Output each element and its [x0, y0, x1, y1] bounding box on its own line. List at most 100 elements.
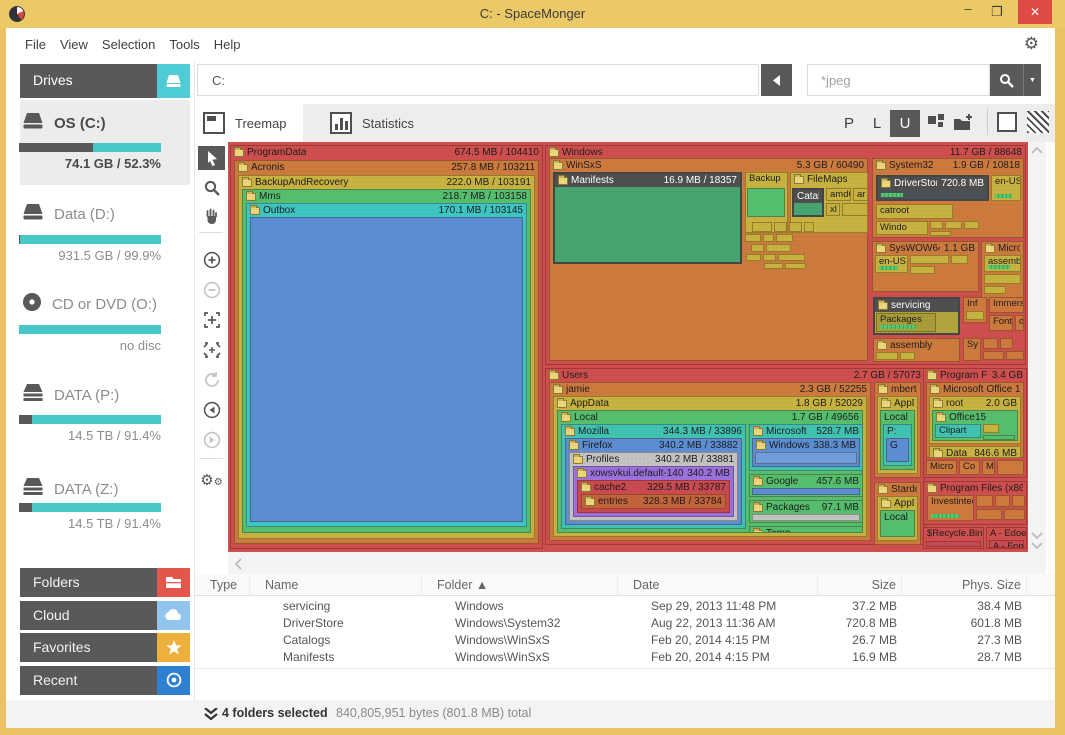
table-row[interactable]: CatalogsWindows\WinSxSFeb 20, 2014 4:15 … — [195, 632, 1055, 649]
treemap-tile[interactable] — [926, 541, 981, 547]
treemap-tile[interactable] — [766, 244, 791, 252]
treemap-node-en-us[interactable]: en-US — [875, 255, 908, 273]
drive-item-data-z[interactable]: DATA (Z:) — [22, 477, 118, 501]
treemap-tile[interactable] — [964, 221, 979, 229]
table-row[interactable]: servicingWindowsSep 29, 2013 11:48 PM37.… — [195, 598, 1055, 615]
treemap-tile[interactable] — [763, 234, 774, 242]
treemap-tile[interactable] — [774, 222, 787, 232]
search-dropdown-icon[interactable]: ▼ — [1023, 64, 1041, 96]
table-row[interactable]: ManifestsWindows\WinSxSFeb 20, 2014 4:15… — [195, 649, 1055, 666]
treemap-tile[interactable] — [930, 221, 943, 229]
chevron-double-down-icon[interactable] — [204, 708, 218, 720]
column-header-size[interactable]: Size — [818, 574, 902, 596]
new-folder-icon[interactable] — [952, 112, 976, 139]
treemap-node-fonts[interactable]: Fonts — [989, 315, 1013, 331]
magnifier-icon[interactable] — [198, 176, 225, 200]
sidebar-item-recent[interactable]: Recent — [20, 666, 190, 695]
menu-item-help[interactable]: Help — [214, 37, 241, 52]
treemap-tile[interactable] — [910, 266, 935, 274]
cursor-icon[interactable] — [198, 146, 225, 170]
gears-icon[interactable]: ⚙⚙ — [198, 468, 225, 492]
treemap-tile[interactable] — [983, 338, 998, 349]
treemap-tile[interactable] — [983, 424, 999, 433]
treemap-horizontal-scrollbar[interactable] — [228, 552, 1046, 574]
treemap-tile[interactable] — [966, 311, 984, 320]
menu-item-file[interactable]: File — [25, 37, 46, 52]
treemap-tile[interactable] — [752, 488, 860, 495]
treemap-node-packages[interactable]: Packages — [876, 313, 936, 332]
treemap-tile[interactable] — [930, 231, 951, 236]
layout-grid-icon[interactable] — [926, 112, 948, 139]
treemap-tile[interactable] — [751, 244, 764, 252]
treemap-tile[interactable] — [976, 509, 1002, 520]
treemap-node-co[interactable]: Co — [959, 460, 980, 475]
hand-icon[interactable] — [198, 204, 225, 228]
treemap-node-catalogs[interactable]: Catalogs — [792, 188, 824, 217]
tab-treemap[interactable]: Treemap — [195, 104, 303, 142]
treemap-tile[interactable] — [995, 495, 1010, 507]
back-icon[interactable] — [761, 64, 792, 96]
treemap-node-amd64[interactable]: amd64 — [826, 188, 851, 201]
treemap-node-a-fon[interactable]: A - Fon — [989, 540, 1024, 548]
treemap-node-driverstore[interactable]: DriverStore720.8 MB — [876, 175, 989, 201]
sidebar-item-cloud[interactable]: Cloud — [20, 601, 190, 630]
treemap-tile[interactable] — [1004, 509, 1025, 520]
treemap-node-g[interactable]: G — [886, 438, 909, 462]
treemap-tile[interactable] — [951, 255, 968, 264]
shrink-view-icon[interactable] — [198, 338, 225, 362]
treemap-node-data[interactable]: Data846.6 MB — [929, 446, 1021, 458]
view-mode-l-button[interactable]: L — [866, 110, 888, 137]
treemap-tile[interactable] — [984, 274, 1021, 284]
treemap-node-investintec[interactable]: Investintec — [927, 495, 974, 521]
treemap-tile[interactable] — [876, 352, 898, 360]
treemap-tile[interactable] — [983, 435, 1015, 440]
treemap-tile[interactable] — [764, 263, 783, 269]
treemap-node-ar[interactable]: ar — [853, 188, 868, 201]
table-row[interactable]: DriverStoreWindows\System32Aug 22, 2013 … — [195, 615, 1055, 632]
treemap-node-xl[interactable]: xl — [826, 203, 840, 216]
minimize-button[interactable]: – — [955, 0, 981, 24]
drive-item-data-p[interactable]: DATA (P:) — [22, 383, 119, 407]
menu-item-view[interactable]: View — [60, 37, 88, 52]
sidebar-item-favorites[interactable]: Favorites — [20, 633, 190, 662]
settings-gear-icon[interactable]: ⚙ — [1024, 34, 1039, 54]
no-texture-icon[interactable] — [997, 112, 1017, 132]
maximize-button[interactable]: ❒ — [984, 0, 1010, 24]
search-input[interactable] — [807, 64, 990, 96]
treemap-tile[interactable] — [789, 222, 802, 232]
treemap-vertical-scrollbar[interactable] — [1028, 142, 1046, 552]
search-icon[interactable] — [990, 64, 1023, 96]
treemap-tile[interactable] — [752, 514, 860, 521]
column-header-name[interactable]: Name — [250, 574, 422, 596]
treemap-tile[interactable] — [976, 495, 993, 507]
column-header-type[interactable]: Type — [195, 574, 250, 596]
treemap-tile[interactable] — [997, 460, 1024, 475]
treemap-node-diag[interactable]: diag — [1015, 315, 1024, 331]
treemap-tile[interactable] — [900, 352, 915, 360]
treemap-node-en-us[interactable]: en-US — [991, 175, 1021, 201]
drive-item-data-d[interactable]: Data (D:) — [22, 203, 115, 225]
zoom-in-icon[interactable] — [198, 248, 225, 272]
treemap-node-immersiveco[interactable]: ImmersiveCo — [989, 297, 1024, 313]
navigate-back-icon[interactable] — [198, 398, 225, 422]
treemap-tile[interactable] — [747, 188, 785, 217]
treemap-tile[interactable] — [842, 203, 868, 216]
treemap-tile[interactable] — [1000, 338, 1013, 349]
column-header-date[interactable]: Date — [618, 574, 818, 596]
treemap-tile[interactable] — [752, 222, 772, 232]
view-mode-p-button[interactable]: P — [838, 110, 860, 137]
drive-item-cd-or-dvd-o[interactable]: CD or DVD (O:) — [22, 292, 157, 317]
treemap-canvas[interactable]: ProgramData674.5 MB / 104410Acronis257.8… — [228, 142, 1028, 552]
treemap-tile[interactable] — [1012, 495, 1025, 507]
treemap-tile[interactable] — [910, 255, 949, 264]
treemap-node-windo[interactable]: Windo — [876, 221, 928, 235]
treemap-node-temp[interactable]: Temp — [749, 526, 863, 533]
treemap-node-manifests[interactable]: Manifests16.9 MB / 18357 — [553, 172, 742, 264]
treemap-tile[interactable] — [778, 254, 805, 261]
treemap-tile[interactable] — [250, 217, 523, 522]
treemap-tile[interactable] — [984, 286, 1006, 294]
treemap-node-sy[interactable]: Sy — [963, 338, 981, 361]
treemap-node-entries[interactable]: entries328.3 MB / 33784 — [581, 494, 726, 509]
treemap-node-assembly[interactable]: assembly — [984, 255, 1021, 272]
treemap-tile[interactable] — [776, 234, 793, 242]
